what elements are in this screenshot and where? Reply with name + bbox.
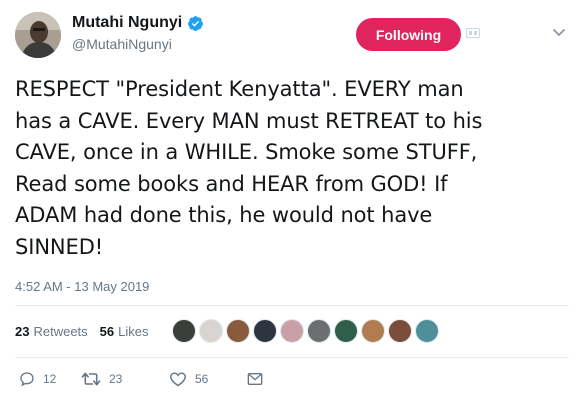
- liker-avatar[interactable]: [307, 319, 331, 343]
- liker-avatar[interactable]: [226, 319, 250, 343]
- liker-avatar[interactable]: [415, 319, 439, 343]
- reply-icon: [20, 372, 34, 387]
- retweets-stat[interactable]: 23 Retweets: [15, 324, 88, 339]
- avatar[interactable]: [15, 12, 61, 58]
- liker-avatar[interactable]: [388, 319, 412, 343]
- chevron-down-icon[interactable]: [552, 28, 566, 38]
- reply-count: 12: [43, 372, 57, 386]
- verified-badge-icon: [188, 15, 204, 31]
- liker-avatar[interactable]: [280, 319, 304, 343]
- tweet-timestamp[interactable]: 4:52 AM - 13 May 2019: [15, 279, 149, 294]
- likes-stat[interactable]: 56 Likes: [100, 324, 149, 339]
- retweet-count: 23: [109, 372, 123, 386]
- liker-avatar[interactable]: [199, 319, 223, 343]
- like-button[interactable]: 56: [169, 371, 241, 387]
- user-info: Mutahi Ngunyi @MutahiNgunyi: [72, 12, 204, 52]
- tweet-text: RESPECT "President Kenyatta". EVERY man …: [15, 77, 483, 259]
- liker-avatar[interactable]: [334, 319, 358, 343]
- retweets-label: Retweets: [33, 324, 88, 339]
- user-handle[interactable]: @MutahiNgunyi: [72, 36, 204, 52]
- mute-icon[interactable]: [466, 28, 480, 38]
- tweet-stats: 23 Retweets 56 Likes: [15, 324, 161, 339]
- envelope-icon: [247, 373, 263, 385]
- like-count: 56: [195, 372, 209, 386]
- divider: [15, 305, 569, 306]
- likes-label: Likes: [118, 324, 149, 339]
- display-name[interactable]: Mutahi Ngunyi: [72, 14, 182, 32]
- likers-avatars: [172, 319, 442, 343]
- direct-message-button[interactable]: [247, 372, 263, 386]
- divider: [15, 357, 569, 358]
- heart-icon: [170, 372, 186, 387]
- tweet-card: Mutahi Ngunyi @MutahiNgunyi Following RE…: [0, 0, 584, 400]
- retweet-button[interactable]: 23: [81, 371, 153, 387]
- avatar-photo-icon: [15, 12, 61, 58]
- reply-button[interactable]: 12: [19, 371, 67, 387]
- following-button[interactable]: Following: [356, 18, 461, 51]
- retweet-icon: [81, 372, 101, 386]
- tweet-actions: 12 23 56: [15, 371, 263, 387]
- liker-avatar[interactable]: [361, 319, 385, 343]
- retweets-count: 23: [15, 324, 30, 339]
- liker-avatar[interactable]: [253, 319, 277, 343]
- liker-avatar[interactable]: [172, 319, 196, 343]
- likes-count: 56: [99, 324, 115, 339]
